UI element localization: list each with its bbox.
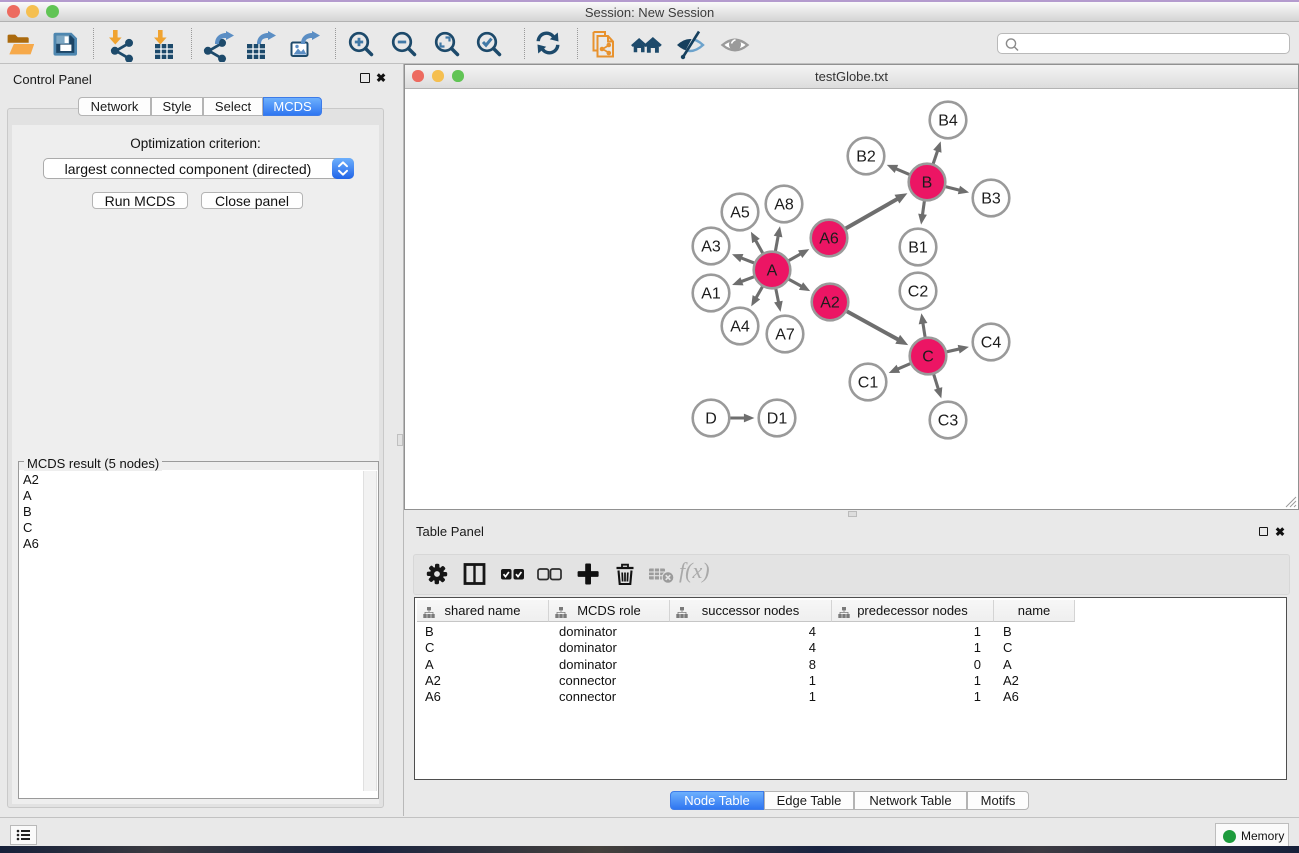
svg-text:A2: A2 xyxy=(820,295,840,312)
svg-text:C: C xyxy=(922,349,934,366)
svg-text:A3: A3 xyxy=(701,239,721,256)
svg-text:A6: A6 xyxy=(819,231,839,248)
svg-text:C1: C1 xyxy=(858,375,879,392)
svg-text:A4: A4 xyxy=(730,319,750,336)
svg-text:A1: A1 xyxy=(701,286,721,303)
svg-text:B1: B1 xyxy=(908,240,928,257)
svg-text:C4: C4 xyxy=(981,335,1002,352)
svg-text:D1: D1 xyxy=(767,411,788,428)
svg-text:A8: A8 xyxy=(774,197,794,214)
svg-text:C2: C2 xyxy=(908,284,929,301)
svg-text:B3: B3 xyxy=(981,191,1001,208)
svg-text:B2: B2 xyxy=(856,149,876,166)
svg-text:D: D xyxy=(705,411,717,428)
svg-text:A: A xyxy=(767,263,778,280)
svg-text:B: B xyxy=(922,175,933,192)
svg-text:A7: A7 xyxy=(775,327,795,344)
svg-text:C3: C3 xyxy=(938,413,959,430)
svg-text:A5: A5 xyxy=(730,205,750,222)
svg-text:B4: B4 xyxy=(938,113,958,130)
